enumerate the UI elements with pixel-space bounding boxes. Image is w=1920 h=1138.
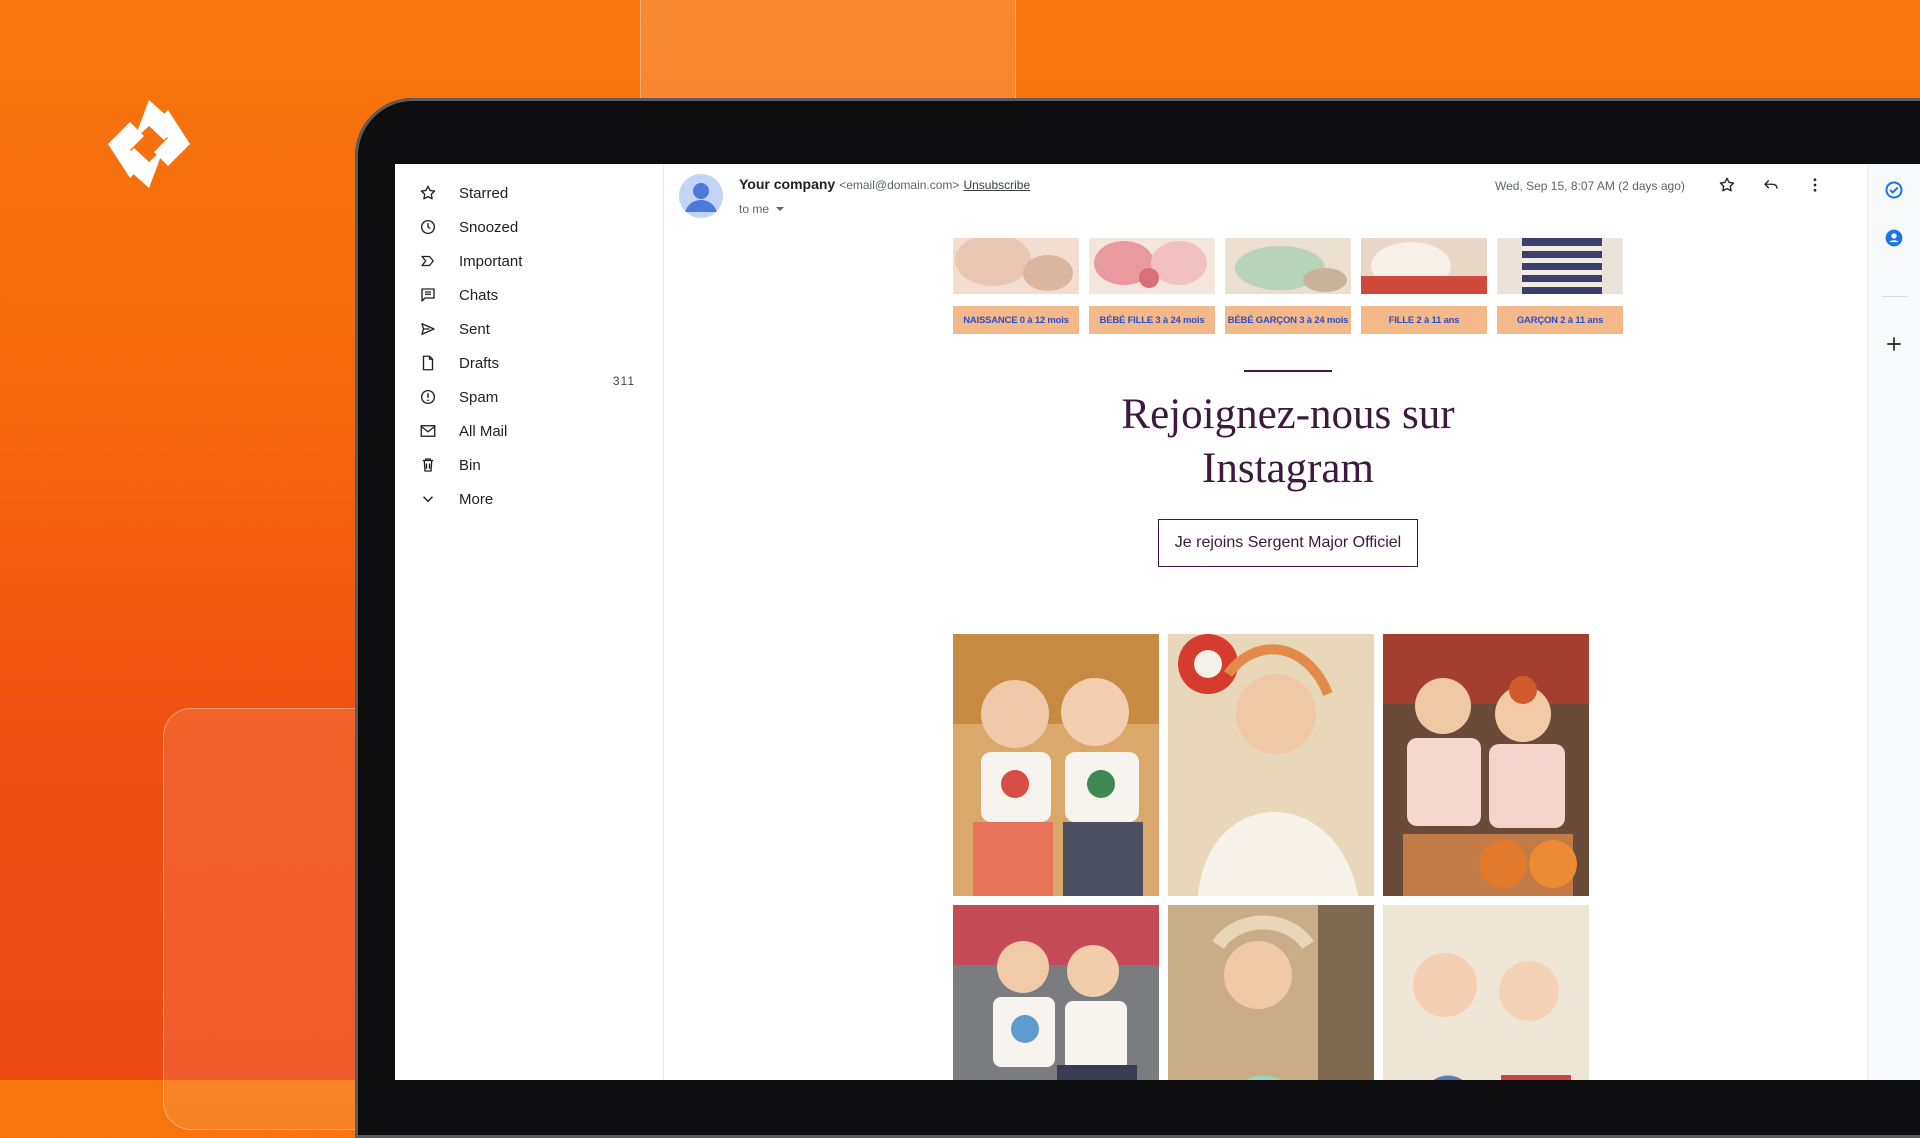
sidebar-item-all-mail[interactable]: All Mail: [417, 414, 647, 448]
draft-icon: [417, 352, 439, 374]
sidebar-item-label: Sent: [459, 320, 490, 338]
mail-icon: [417, 420, 439, 442]
sender-name: Your company: [739, 176, 836, 192]
sidebar-item-more[interactable]: More: [417, 482, 647, 516]
category-image[interactable]: [1225, 238, 1351, 294]
recipients-toggle[interactable]: to me: [739, 202, 785, 216]
side-panel: [1867, 164, 1920, 1080]
instagram-photo[interactable]: [1383, 905, 1589, 1080]
panel-divider: [1882, 296, 1908, 297]
sidebar: Starred Snoozed Important Chats Sent Dra…: [395, 164, 664, 1080]
sidebar-item-starred[interactable]: Starred: [417, 176, 647, 210]
message-date: Wed, Sep 15, 8:07 AM (2 days ago): [1495, 179, 1685, 193]
instagram-photo[interactable]: [1168, 634, 1374, 896]
send-icon: [417, 318, 439, 340]
recipient-label: to me: [739, 202, 770, 216]
sidebar-item-label: Spam: [459, 388, 499, 406]
caret-down-icon: [776, 207, 785, 211]
category-button[interactable]: BÉBÉ FILLE 3 à 24 mois: [1089, 306, 1215, 334]
sidebar-item-sent[interactable]: Sent: [417, 312, 647, 346]
instagram-photo[interactable]: [953, 634, 1159, 896]
instagram-photo[interactable]: [1168, 905, 1374, 1080]
gmail-window: Starred Snoozed Important Chats Sent Dra…: [395, 164, 1920, 1080]
contacts-icon[interactable]: [1882, 226, 1906, 250]
instagram-photo[interactable]: [1383, 634, 1589, 896]
add-icon[interactable]: [1882, 332, 1906, 356]
reply-icon[interactable]: [1760, 174, 1782, 196]
tasks-icon[interactable]: [1882, 178, 1906, 202]
sidebar-item-label: All Mail: [459, 422, 508, 440]
sidebar-item-snoozed[interactable]: Snoozed: [417, 210, 647, 244]
divider: [1244, 370, 1332, 372]
clock-icon: [417, 216, 439, 238]
sidebar-item-chats[interactable]: Chats: [417, 278, 647, 312]
star-icon: [417, 182, 439, 204]
chevron-down-icon: [417, 488, 439, 510]
sidebar-item-label: Snoozed: [459, 218, 519, 236]
category-button[interactable]: BÉBÉ GARÇON 3 à 24 mois: [1225, 306, 1351, 334]
sidebar-item-bin[interactable]: Bin: [417, 448, 647, 482]
spam-icon: [417, 386, 439, 408]
sidebar-item-label: Important: [459, 252, 523, 270]
trash-icon: [417, 454, 439, 476]
category-button[interactable]: GARÇON 2 à 11 ans: [1497, 306, 1623, 334]
sidebar-item-label: Starred: [459, 184, 509, 202]
sidebar-item-important[interactable]: Important: [417, 244, 647, 278]
more-options-icon[interactable]: [1804, 174, 1826, 196]
star-message-icon[interactable]: [1716, 174, 1738, 196]
category-button[interactable]: NAISSANCE 0 à 12 mois: [953, 306, 1079, 334]
sender-email: <email@domain.com>: [839, 178, 960, 192]
sidebar-item-label: Bin: [459, 456, 481, 474]
heading-line: Rejoignez-nous sur: [1121, 391, 1455, 438]
instagram-photo[interactable]: [953, 905, 1159, 1080]
category-image[interactable]: [1361, 238, 1487, 294]
chat-icon: [417, 284, 439, 306]
background-panel: [640, 0, 1016, 100]
category-image[interactable]: [1089, 238, 1215, 294]
instagram-heading: Rejoignez-nous sur Instagram: [953, 388, 1623, 496]
heading-line: Instagram: [1202, 445, 1374, 492]
sender-avatar[interactable]: [679, 174, 723, 218]
sidebar-item-label: Drafts: [459, 354, 500, 372]
unsubscribe-link[interactable]: Unsubscribe: [963, 178, 1030, 192]
sidebar-item-label: Chats: [459, 286, 499, 304]
brand-logo-icon: [108, 100, 190, 188]
join-instagram-button[interactable]: Je rejoins Sergent Major Officiel: [1158, 519, 1418, 567]
category-image[interactable]: [953, 238, 1079, 294]
category-button[interactable]: FILLE 2 à 11 ans: [1361, 306, 1487, 334]
drafts-count: 311: [612, 374, 635, 388]
sender-line: Your company <email@domain.com> Unsubscrib…: [739, 176, 1030, 192]
important-icon: [417, 250, 439, 272]
category-image[interactable]: [1497, 238, 1623, 294]
sidebar-item-label: More: [459, 490, 494, 508]
